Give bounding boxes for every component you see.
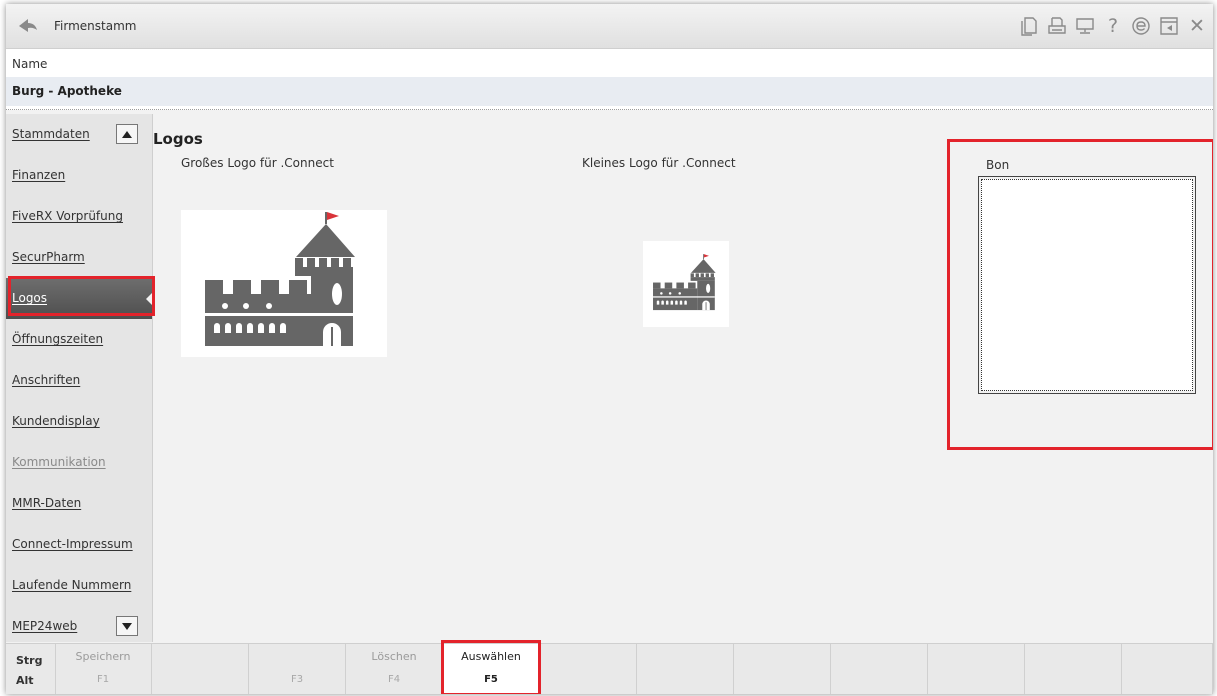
sidebar-item-anschriften[interactable]: Anschriften	[6, 360, 152, 401]
fkey-f7	[637, 644, 734, 694]
sidebar-item-laufende-nummern[interactable]: Laufende Nummern	[6, 565, 152, 606]
fkey-f8	[734, 644, 831, 694]
modifier-column: Strg Alt	[6, 644, 56, 694]
fkey-f4-loeschen: Löschen F4	[346, 644, 443, 694]
modifier-strg: Strg	[16, 654, 43, 667]
function-key-bar: Strg Alt Speichern F1 F3 Löschen F4 Auswäh…	[6, 643, 1213, 694]
minimize-icon[interactable]	[1157, 14, 1181, 38]
app-window: Firmenstamm ? ✕ Name Burg - Apotheke Sta…	[6, 4, 1213, 694]
fkey-f11	[1025, 644, 1122, 694]
sidebar-item-kundendisplay[interactable]: Kundendisplay	[6, 401, 152, 442]
company-name: Burg - Apotheke	[12, 84, 122, 98]
back-arrow-icon[interactable]	[18, 17, 38, 35]
sidebar-item-securpharm[interactable]: SecurPharm	[6, 237, 152, 278]
print-icon[interactable]	[1045, 14, 1069, 38]
fkey-f1-speichern: Speichern F1	[55, 644, 152, 694]
title-bar: Firmenstamm ? ✕	[6, 4, 1213, 49]
large-logo-label: Großes Logo für .Connect	[181, 156, 334, 170]
fkey-f2	[152, 644, 249, 694]
small-logo-label: Kleines Logo für .Connect	[582, 156, 736, 170]
scroll-down-button[interactable]	[116, 616, 138, 636]
bon-logo-field[interactable]	[978, 176, 1196, 394]
document-icon[interactable]	[1017, 14, 1041, 38]
sidebar-item-fiverx-vorpruefung[interactable]: FiveRX Vorprüfung	[6, 196, 152, 237]
close-icon[interactable]: ✕	[1185, 14, 1209, 38]
window-title: Firmenstamm	[54, 19, 137, 33]
sidebar-item-logos[interactable]: Logos	[6, 278, 152, 319]
fkey-f3: F3	[249, 644, 346, 694]
name-section: Name Burg - Apotheke	[6, 49, 1213, 110]
name-value-row: Burg - Apotheke	[6, 77, 1213, 106]
edge-icon[interactable]	[1129, 14, 1153, 38]
small-logo-image[interactable]	[643, 241, 729, 327]
large-logo-image[interactable]	[181, 210, 387, 357]
name-label: Name	[12, 57, 48, 71]
help-icon[interactable]: ?	[1101, 14, 1125, 38]
scroll-up-button[interactable]	[116, 124, 138, 144]
fkey-f9	[831, 644, 928, 694]
toolbar-icons: ? ✕	[1013, 12, 1209, 40]
fkey-f5-auswaehlen[interactable]: Auswählen F5	[443, 644, 540, 694]
sidebar: Stammdaten Finanzen FiveRX Vorprüfung Se…	[6, 114, 153, 642]
sidebar-item-kommunikation: Kommunikation	[12, 455, 106, 469]
fkey-f6	[540, 644, 637, 694]
bon-logo-label: Bon	[986, 158, 1010, 172]
monitor-icon[interactable]	[1073, 14, 1097, 38]
fkey-f12	[1122, 644, 1213, 694]
fkey-f10	[928, 644, 1025, 694]
sidebar-item-finanzen[interactable]: Finanzen	[6, 155, 152, 196]
sidebar-item-connect-impressum[interactable]: Connect-Impressum	[6, 524, 152, 565]
modifier-alt: Alt	[16, 674, 34, 687]
page-title: Logos	[153, 130, 203, 148]
sidebar-item-mmr-daten[interactable]: MMR-Daten	[6, 483, 152, 524]
sidebar-item-oeffnungszeiten[interactable]: Öffnungszeiten	[6, 319, 152, 360]
